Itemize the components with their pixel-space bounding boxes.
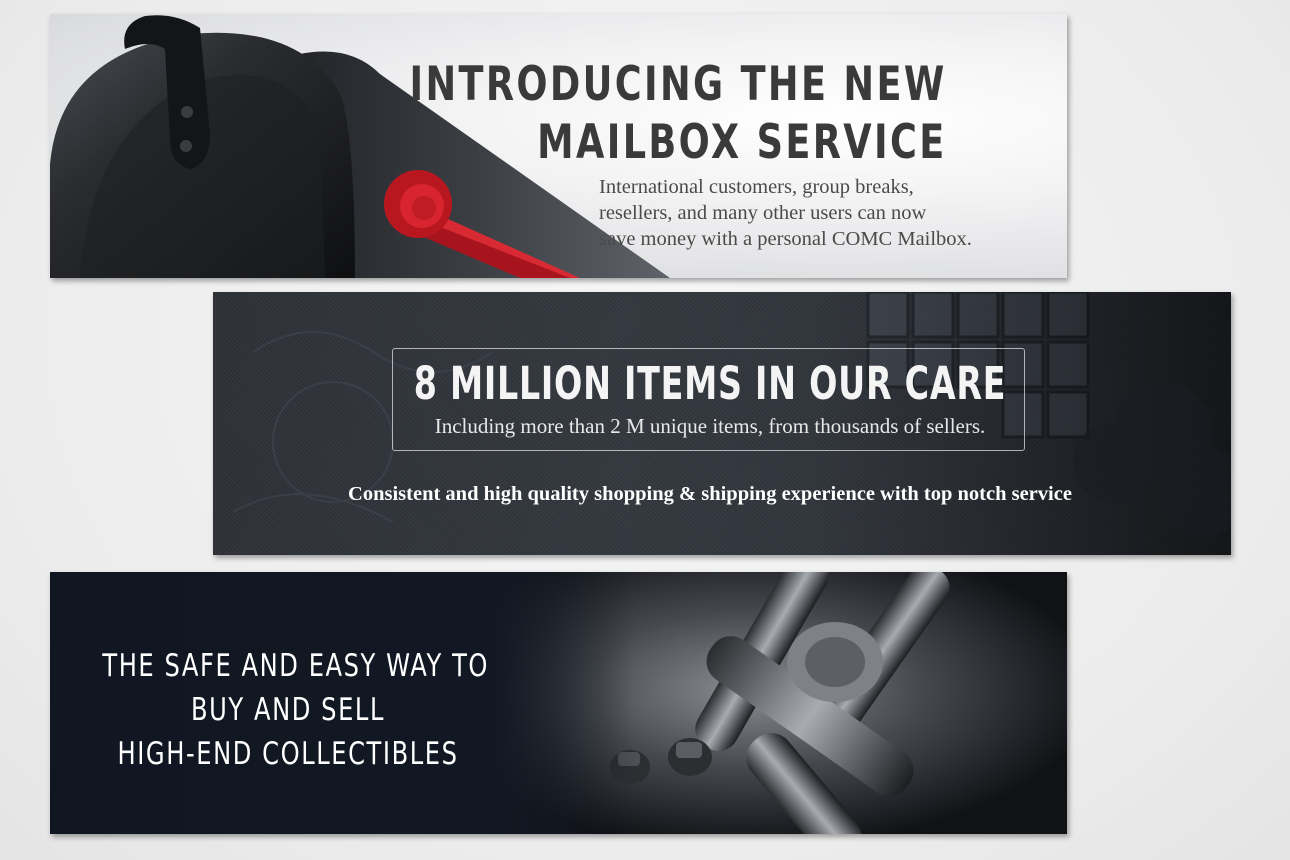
- items-headline: 8 MILLION ITEMS IN OUR CARE: [413, 357, 1007, 410]
- mailbox-headline: INTRODUCING THE NEW MAILBOX SERVICE: [410, 56, 947, 172]
- safe-door-image: [490, 572, 1067, 834]
- safe-collectibles-banner[interactable]: THE SAFE AND EASY WAY TO BUY AND SELL HI…: [50, 572, 1067, 834]
- description-line: resellers, and many other users can now: [599, 202, 927, 224]
- items-subheadline: Including more than 2 M unique items, fr…: [434, 414, 986, 438]
- mailbox-service-banner[interactable]: INTRODUCING THE NEW MAILBOX SERVICE Inte…: [50, 14, 1067, 278]
- safe-tagline: THE SAFE AND EASY WAY TO BUY AND SELL HI…: [102, 644, 489, 776]
- tagline-line: HIGH-END COLLECTIBLES: [117, 736, 459, 772]
- headline-line: INTRODUCING THE NEW: [409, 57, 947, 112]
- description-line: International customers, group breaks,: [599, 176, 914, 198]
- description-line: save money with a personal COMC Mailbox.: [599, 228, 972, 250]
- mailbox-description: International customers, group breaks, r…: [599, 174, 972, 252]
- headline-line: MAILBOX SERVICE: [537, 115, 947, 170]
- service-tagline: Consistent and high quality shopping & s…: [348, 483, 1072, 505]
- tagline-line: THE SAFE AND EASY WAY TO: [102, 648, 489, 684]
- tagline-line: BUY AND SELL: [191, 692, 385, 728]
- items-in-care-banner[interactable]: 8 MILLION ITEMS IN OUR CARE Including mo…: [213, 292, 1231, 555]
